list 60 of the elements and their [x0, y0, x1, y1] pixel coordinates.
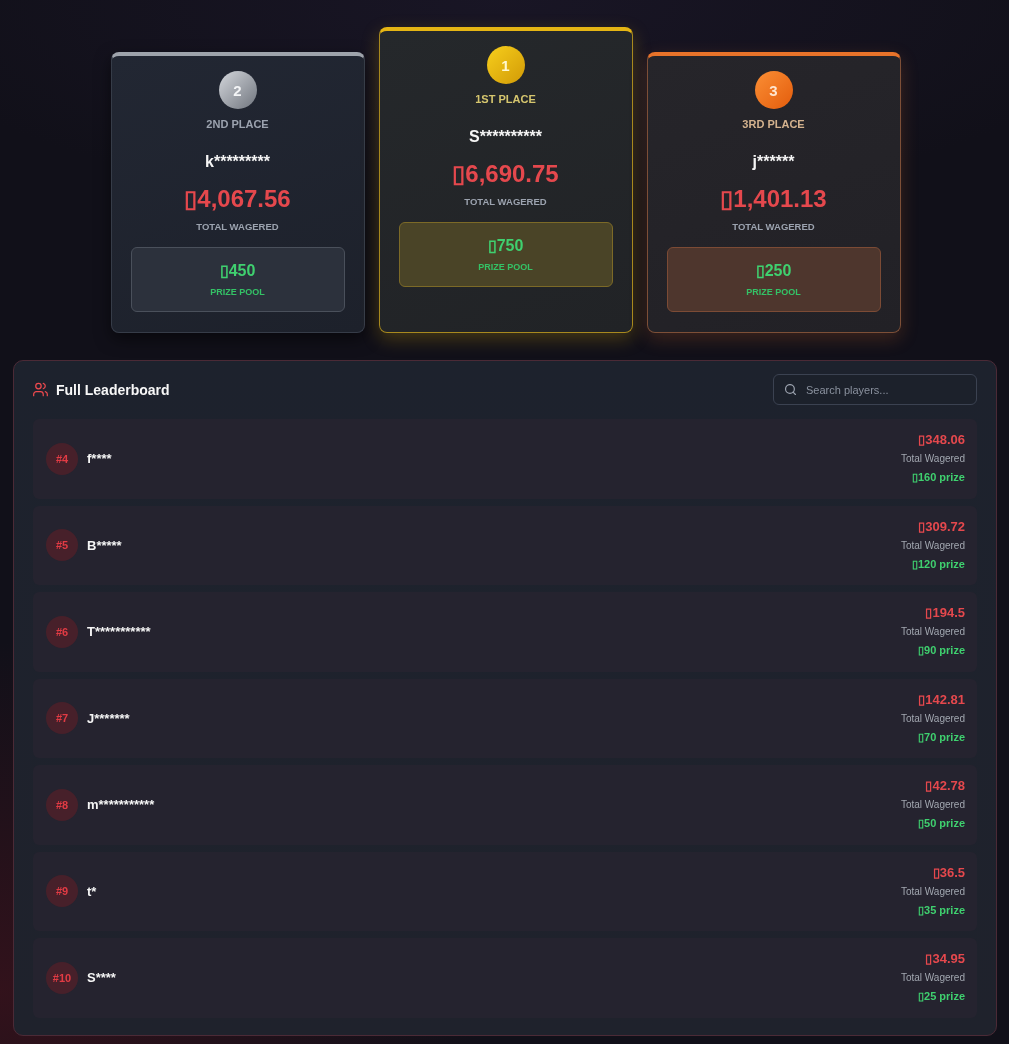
wagered-amount: ▯34.95: [925, 950, 965, 969]
rank-medal: 1: [486, 46, 525, 84]
player-name: k*********: [205, 152, 270, 172]
rank-medal: 3: [754, 71, 793, 109]
wagered-label: TOTAL WAGERED: [732, 220, 815, 234]
player-name: t*: [87, 883, 97, 899]
rank-badge: #4: [46, 442, 78, 475]
player-name: T***********: [87, 624, 151, 640]
wagered-label: Total Wagered: [900, 625, 965, 640]
prize-label: PRIZE POOL: [746, 286, 801, 298]
player-name: B*****: [87, 537, 122, 553]
wagered-amount: ▯4,067.56: [184, 184, 291, 214]
rank-badge: #9: [46, 875, 78, 908]
users-icon: [33, 382, 48, 397]
wagered-amount: ▯309.72: [918, 517, 965, 536]
wagered-amount: ▯6,690.75: [452, 159, 559, 189]
prize-amount: ▯70 prize: [918, 729, 965, 745]
rank-badge: #5: [46, 529, 78, 562]
prize-amount: ▯90 prize: [918, 643, 965, 659]
place-label: 1ST PLACE: [475, 92, 536, 106]
place-label: 3RD PLACE: [742, 117, 805, 131]
rank-badge: #10: [46, 961, 78, 994]
player-name: S**********: [469, 127, 542, 147]
place-label: 2ND PLACE: [206, 117, 269, 131]
wagered-amount: ▯1,401.13: [720, 184, 827, 214]
player-name: m***********: [87, 797, 155, 813]
wagered-label: TOTAL WAGERED: [464, 195, 547, 209]
wagered-label: Total Wagered: [900, 452, 965, 467]
prize-label: PRIZE POOL: [210, 286, 265, 298]
prize-amount: ▯25 prize: [918, 989, 965, 1005]
prize-amount: ▯450: [219, 261, 256, 281]
player-name: f****: [87, 451, 112, 467]
wagered-amount: ▯348.06: [918, 431, 965, 450]
player-name: J*******: [87, 710, 130, 726]
wagered-amount: ▯142.81: [918, 690, 965, 709]
wagered-label: Total Wagered: [900, 798, 965, 813]
prize-amount: ▯250: [755, 261, 792, 281]
player-name: S****: [87, 970, 116, 986]
prize-amount: ▯750: [487, 236, 524, 256]
player-name: j******: [752, 152, 795, 172]
wagered-amount: ▯42.78: [925, 777, 965, 796]
prize-amount: ▯50 prize: [918, 816, 965, 832]
wagered-amount: ▯194.5: [925, 604, 965, 623]
wagered-label: Total Wagered: [900, 711, 965, 726]
rank-badge: #8: [46, 788, 78, 821]
rank-badge: #7: [46, 702, 78, 735]
wagered-label: Total Wagered: [900, 884, 965, 899]
wagered-label: Total Wagered: [900, 971, 965, 986]
prize-amount: ▯35 prize: [918, 902, 965, 918]
prize-amount: ▯160 prize: [911, 470, 965, 486]
rank-medal: 2: [218, 71, 257, 109]
wagered-amount: ▯36.5: [932, 863, 965, 882]
prize-label: PRIZE POOL: [478, 261, 533, 273]
leaderboard-title: Full Leaderboard: [56, 381, 170, 398]
wagered-label: Total Wagered: [900, 538, 965, 553]
prize-amount: ▯120 prize: [911, 556, 965, 572]
search-field[interactable]: Search players...: [773, 374, 977, 405]
rank-badge: #6: [46, 615, 78, 648]
wagered-label: TOTAL WAGERED: [196, 220, 279, 234]
search-icon: [785, 384, 796, 395]
